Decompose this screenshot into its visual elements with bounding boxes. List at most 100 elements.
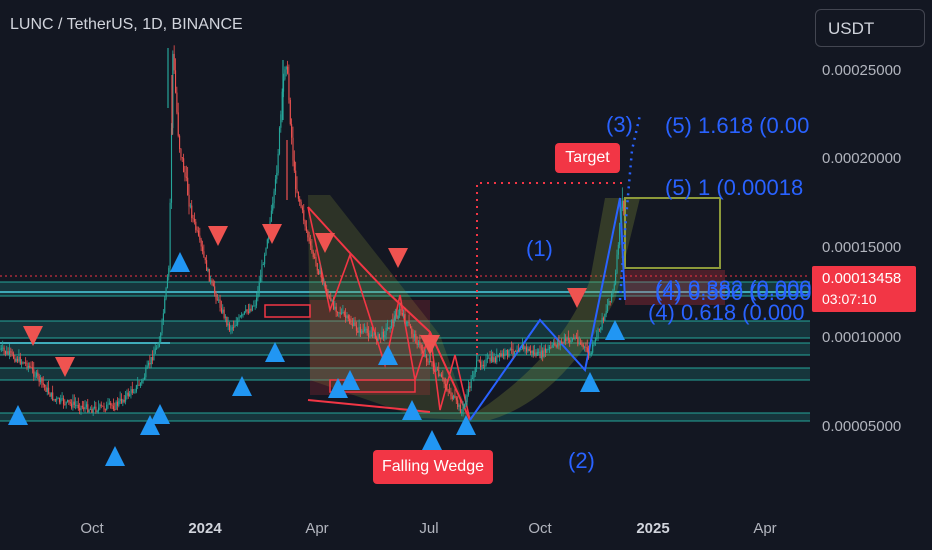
- symbol-title: LUNC / TetherUS, 1D, BINANCE: [10, 16, 243, 33]
- candle-body: [37, 372, 39, 376]
- candle-body: [342, 311, 344, 313]
- candle-body: [142, 379, 144, 381]
- candle-body: [337, 312, 339, 313]
- candle-body: [361, 330, 363, 334]
- candle-body: [532, 350, 534, 355]
- candle-body: [27, 365, 29, 369]
- candle-body: [374, 332, 376, 339]
- candle-body: [222, 309, 224, 313]
- candle-body: [4, 351, 6, 354]
- candle-body: [497, 355, 499, 357]
- candle-body: [416, 343, 418, 345]
- price-axis-label: 0.00015000: [822, 239, 902, 256]
- candle-body: [251, 305, 254, 311]
- candle-body: [547, 348, 549, 350]
- candle-body: [157, 347, 159, 348]
- candle-body: [411, 328, 413, 334]
- candle-body: [594, 338, 596, 342]
- candle-body: [173, 53, 175, 71]
- candle-body: [338, 312, 340, 314]
- candle-body: [214, 286, 216, 294]
- candle-body: [115, 401, 117, 410]
- candle-body: [210, 280, 212, 282]
- candle-body: [14, 358, 16, 362]
- candle-body: [430, 361, 432, 362]
- candle-body: [334, 306, 336, 310]
- candle-body: [407, 322, 409, 323]
- candle-body: [223, 309, 225, 318]
- candle-body: [75, 404, 77, 406]
- candle-body: [73, 401, 75, 405]
- candle-body: [26, 363, 28, 369]
- candle-body: [30, 367, 32, 369]
- candle-body: [46, 387, 48, 392]
- candle-body: [607, 305, 609, 311]
- candle-body: [534, 352, 536, 355]
- candle-body: [138, 384, 140, 386]
- last-price-badge: 0.00013458 03:07:10: [812, 266, 916, 312]
- candle-body: [299, 198, 301, 202]
- candle-body: [584, 347, 586, 348]
- candle-body: [175, 70, 177, 93]
- candle-body: [473, 373, 475, 379]
- candle-body: [380, 337, 382, 339]
- candle-body: [570, 340, 572, 343]
- candle-body: [116, 401, 119, 406]
- candle-body: [575, 337, 578, 339]
- candle-body: [530, 351, 532, 354]
- candle-body: [134, 391, 136, 393]
- candle-body: [160, 333, 162, 342]
- candle-body: [265, 248, 267, 255]
- candle-body: [322, 277, 324, 284]
- candle-body: [123, 399, 125, 402]
- candle-body: [122, 399, 124, 403]
- candle-body: [605, 310, 607, 315]
- candle-body: [324, 283, 326, 289]
- candle-body: [615, 273, 617, 285]
- candle-body: [450, 392, 452, 397]
- candle-body: [354, 322, 356, 326]
- candle-body: [107, 403, 109, 405]
- candle-body: [18, 356, 20, 362]
- candle-body: [208, 268, 210, 282]
- candle-body: [119, 398, 121, 402]
- candle-body: [511, 348, 513, 350]
- buy-signal-icon: [170, 252, 190, 272]
- candle-body: [582, 344, 584, 348]
- candle-body: [543, 348, 545, 357]
- candle-body: [389, 327, 391, 330]
- time-axis-label: 2025: [636, 520, 670, 537]
- candle-body: [154, 348, 156, 354]
- candle-body: [164, 298, 166, 314]
- candle-body: [315, 257, 317, 264]
- candle-body: [596, 338, 598, 339]
- candle-body: [296, 189, 298, 192]
- candle-body: [343, 311, 345, 316]
- candle-body: [95, 406, 97, 412]
- candle-body: [76, 404, 78, 406]
- candle-body: [218, 299, 220, 301]
- candle-body: [242, 314, 244, 316]
- candle-body: [31, 367, 33, 370]
- candle-body: [276, 173, 278, 180]
- sell-signal-icon: [388, 248, 408, 268]
- candle-body: [67, 400, 69, 402]
- candle-body: [277, 153, 279, 174]
- candle-body: [91, 409, 93, 413]
- candle-body: [488, 357, 490, 359]
- candle-body: [563, 338, 565, 343]
- candle-body: [108, 402, 110, 404]
- wave-2-label: (2): [568, 448, 595, 473]
- candle-body: [519, 349, 521, 352]
- candle-body: [562, 342, 564, 343]
- time-axis-label: Oct: [80, 520, 104, 537]
- currency-button[interactable]: USDT: [815, 9, 925, 47]
- candle-body: [362, 330, 364, 332]
- candle-body: [118, 401, 120, 406]
- candle-body: [189, 205, 191, 207]
- candle-body: [526, 347, 528, 352]
- candle-body: [121, 398, 123, 403]
- candle-body: [29, 365, 31, 368]
- candle-body: [0, 348, 2, 350]
- candle-body: [60, 398, 62, 403]
